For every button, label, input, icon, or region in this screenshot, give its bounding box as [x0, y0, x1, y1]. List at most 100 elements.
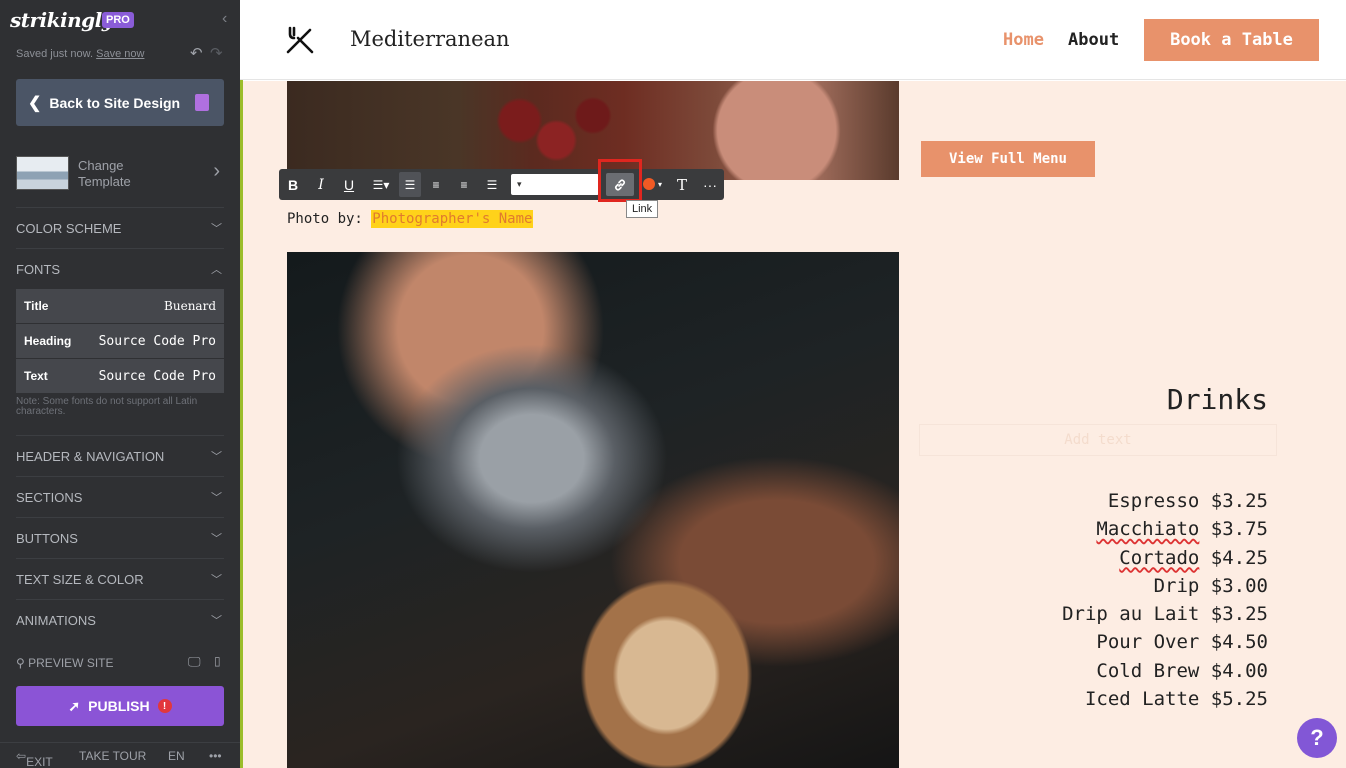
- collapse-sidebar-icon[interactable]: ‹: [222, 10, 227, 28]
- font-value: Buenard: [164, 299, 216, 313]
- template-thumbnail: [16, 156, 69, 190]
- more-formatting-button[interactable]: ···: [702, 169, 718, 200]
- strikingly-logo[interactable]: strikingly: [10, 8, 113, 32]
- back-to-site-design-button[interactable]: ❮ Back to Site Design: [16, 79, 224, 126]
- mobile-icon[interactable]: ▯: [214, 654, 221, 668]
- exit-label: EXIT: [26, 755, 53, 768]
- language-button[interactable]: EN: [168, 749, 185, 763]
- photo-credit-prefix: Photo by:: [287, 211, 363, 227]
- drink-item: Espresso $3.25: [1062, 487, 1268, 515]
- alert-icon: !: [157, 699, 172, 713]
- rocket-icon: ➚: [68, 697, 81, 714]
- drink-price: $3.25: [1210, 603, 1268, 626]
- nav-about-link[interactable]: About: [1068, 30, 1119, 50]
- section-text-size-color[interactable]: TEXT SIZE & COLOR ﹀: [16, 558, 224, 599]
- photo-credit[interactable]: Photo by: Photographer's Name: [287, 210, 534, 228]
- drink-name: Drip au Lait: [1062, 603, 1200, 626]
- bold-button[interactable]: B: [285, 169, 301, 200]
- underline-button[interactable]: U: [341, 169, 357, 200]
- save-status: Saved just now. Save now: [16, 48, 144, 60]
- italic-button[interactable]: I: [313, 169, 329, 200]
- desktop-icon[interactable]: 🖵: [188, 654, 201, 670]
- font-row-text[interactable]: Text Source Code Pro: [16, 359, 224, 393]
- section-fonts[interactable]: FONTS ︿: [16, 248, 224, 289]
- text-color-picker[interactable]: [643, 178, 655, 190]
- food-photo[interactable]: [287, 81, 899, 180]
- chevron-down-icon: ﹀: [211, 574, 222, 586]
- book-table-button[interactable]: Book a Table: [1144, 19, 1319, 61]
- publish-label: PUBLISH: [88, 698, 150, 714]
- fonts-note: Note: Some fonts do not support all Lati…: [16, 396, 198, 417]
- drink-price: $4.00: [1210, 659, 1268, 682]
- change-template-row[interactable]: Change Template ›: [16, 152, 224, 196]
- font-row-title[interactable]: Title Buenard: [16, 289, 224, 323]
- drink-item: Drip au Lait $3.25: [1062, 600, 1268, 628]
- drink-item: Iced Latte $5.25: [1062, 685, 1268, 713]
- redo-icon[interactable]: ↷: [210, 44, 223, 62]
- align-right-icon[interactable]: ≡: [455, 169, 473, 200]
- drink-item: Pour Over $4.50: [1062, 628, 1268, 656]
- section-label: COLOR SCHEME: [16, 220, 122, 236]
- pro-badge: PRO: [102, 12, 134, 28]
- chevron-down-icon: ▾: [517, 179, 522, 189]
- section-color-scheme[interactable]: COLOR SCHEME ﹀: [16, 207, 224, 248]
- section-label: FONTS: [16, 261, 61, 277]
- section-header-navigation[interactable]: HEADER & NAVIGATION ﹀: [16, 435, 224, 476]
- fork-knife-icon: [286, 26, 314, 54]
- drink-price: $5.25: [1210, 688, 1268, 711]
- view-full-menu-button[interactable]: View Full Menu: [921, 141, 1095, 177]
- font-value: Source Code Pro: [98, 368, 216, 384]
- section-label: TEXT SIZE & COLOR: [16, 571, 144, 587]
- chevron-down-icon: ﹀: [211, 615, 222, 627]
- drink-name: Cortado: [1119, 546, 1200, 569]
- font-row-heading[interactable]: Heading Source Code Pro: [16, 324, 224, 358]
- chevron-down-icon: ﹀: [211, 223, 222, 235]
- font-label: Text: [24, 369, 48, 383]
- preview-site-label: PREVIEW SITE: [28, 656, 114, 670]
- list-dropdown-icon[interactable]: ☰▾: [369, 169, 393, 200]
- align-left-icon[interactable]: ☰: [399, 172, 421, 197]
- latte-art-photo[interactable]: [287, 252, 899, 768]
- exit-button[interactable]: ⇦ EXIT: [16, 749, 53, 768]
- section-animations[interactable]: ANIMATIONS ﹀: [16, 599, 224, 640]
- link-tooltip: Link: [626, 200, 659, 218]
- chevron-down-icon[interactable]: ▾: [655, 169, 665, 200]
- help-icon[interactable]: ?: [1297, 718, 1337, 758]
- drink-name: Drip: [1153, 574, 1200, 597]
- text-style-button[interactable]: T: [674, 169, 690, 200]
- editor-sidebar: strikingly PRO ‹ Saved just now. Save no…: [0, 0, 240, 768]
- site-title[interactable]: Mediterranean: [350, 27, 510, 51]
- publish-button[interactable]: ➚ PUBLISH !: [16, 686, 224, 726]
- font-value: Source Code Pro: [98, 333, 216, 349]
- drinks-list[interactable]: Espresso $3.25 Macchiato $3.75 Cortado $…: [1062, 487, 1268, 713]
- font-size-select[interactable]: ▾: [511, 174, 599, 195]
- drinks-subtitle-field[interactable]: Add text: [919, 424, 1277, 456]
- nav-home-link[interactable]: Home: [1003, 30, 1044, 50]
- section-label: HEADER & NAVIGATION: [16, 448, 165, 464]
- chevron-right-icon: ›: [213, 160, 220, 182]
- section-buttons[interactable]: BUTTONS ﹀: [16, 517, 224, 558]
- preview-site-row[interactable]: ⚲ PREVIEW SITE 🖵 ▯: [16, 654, 224, 670]
- link-button-highlight: [598, 159, 642, 202]
- change-template-label: Change Template: [78, 158, 131, 189]
- chevron-down-icon: ﹀: [211, 492, 222, 504]
- align-center-icon[interactable]: ≡: [427, 169, 445, 200]
- drink-price: $3.75: [1210, 518, 1268, 541]
- section-sections[interactable]: SECTIONS ﹀: [16, 476, 224, 517]
- search-icon: ⚲: [16, 656, 25, 670]
- site-header: Mediterranean Home About Book a Table: [240, 0, 1346, 80]
- drink-name: Macchiato: [1096, 518, 1200, 541]
- drink-name: Cold Brew: [1096, 659, 1200, 682]
- undo-icon[interactable]: ↶: [190, 44, 203, 62]
- more-options-button[interactable]: •••: [209, 749, 222, 763]
- chevron-left-icon: ❮: [28, 94, 42, 112]
- photographer-name[interactable]: Photographer's Name: [371, 210, 534, 228]
- drink-item: Drip $3.00: [1062, 572, 1268, 600]
- drinks-heading[interactable]: Drinks: [1167, 383, 1268, 416]
- drink-price: $3.00: [1210, 574, 1268, 597]
- take-tour-button[interactable]: TAKE TOUR: [79, 749, 146, 763]
- align-justify-icon[interactable]: ☰: [483, 169, 501, 200]
- drink-item: Macchiato $3.75: [1062, 515, 1268, 543]
- save-now-link[interactable]: Save now: [96, 48, 144, 60]
- drink-price: $4.25: [1210, 546, 1268, 569]
